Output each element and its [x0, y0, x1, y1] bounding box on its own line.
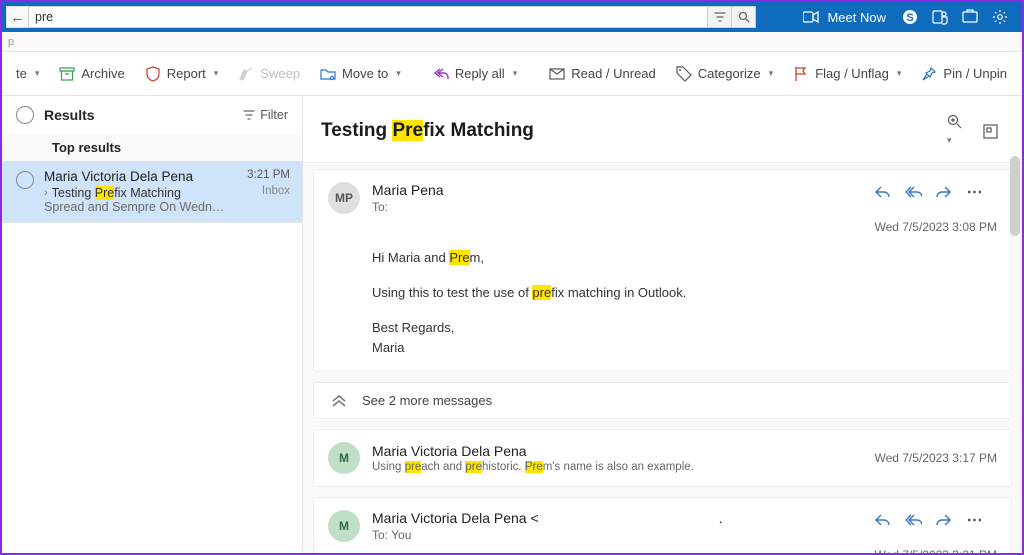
conversation-title: Testing Prefix Matching [321, 120, 941, 142]
video-icon [803, 11, 819, 23]
message-card[interactable]: MP Maria Pena To: ⋯ Wed 7/5/2023 3:08 PM [313, 169, 1012, 372]
reply-all-icon [433, 66, 449, 82]
svg-text:S: S [906, 12, 913, 24]
flag-icon [793, 66, 809, 82]
message-card-collapsed[interactable]: M Maria Victoria Dela Pena Using preach … [313, 429, 1012, 487]
chevrons-up-icon [330, 394, 348, 408]
message-folder: Inbox [247, 185, 290, 197]
archive-label: Archive [81, 66, 124, 81]
chevron-down-icon: ▾ [947, 135, 952, 145]
tips-icon[interactable] [962, 9, 992, 25]
avatar: M [328, 442, 360, 474]
message-from: Maria Victoria Dela Pena [44, 169, 237, 184]
move-to-label: Move to [342, 66, 388, 81]
chevron-down-icon: ▾ [513, 68, 518, 79]
tag-icon [676, 66, 692, 82]
message-time: 3:21 PM [247, 169, 290, 181]
report-button[interactable]: Report ▾ [137, 62, 227, 86]
results-heading: Results [44, 107, 233, 123]
select-all-checkbox[interactable] [16, 106, 34, 124]
filter-label: Filter [260, 108, 288, 122]
recipients: To: You [372, 528, 874, 542]
pin-icon [921, 66, 937, 82]
flag-button[interactable]: Flag / Unflag ▾ [785, 62, 909, 86]
reply-all-label: Reply all [455, 66, 505, 81]
more-actions-button[interactable]: ⋯ [966, 510, 984, 530]
popout-button[interactable] [977, 120, 1004, 143]
message-list-item[interactable]: Maria Victoria Dela Pena › Testing Prefi… [2, 161, 302, 223]
delete-fragment: te [16, 66, 27, 81]
more-actions-button[interactable]: ⋯ [966, 182, 984, 202]
thread-arrow-icon: › [44, 187, 48, 199]
sweep-label: Sweep [260, 66, 300, 81]
chevron-down-icon: ▾ [214, 68, 219, 79]
message-date: Wed 7/5/2023 3:17 PM [874, 451, 997, 465]
filter-icon [243, 110, 255, 120]
chevron-down-icon: ▾ [396, 68, 401, 79]
folder-move-icon [320, 66, 336, 82]
report-label: Report [167, 66, 206, 81]
message-card[interactable]: M Maria Victoria Dela Pena <. To: You ⋯ … [313, 497, 1012, 553]
see-more-label: See 2 more messages [362, 393, 492, 408]
sender-name: Maria Victoria Dela Pena <. [372, 510, 874, 526]
delete-button[interactable]: te ▾ [8, 62, 47, 85]
message-preview: Using preach and prehistoric. Prem's nam… [372, 461, 862, 473]
pin-label: Pin / Unpin [943, 66, 1007, 81]
snooze-button[interactable]: Snooze▾ [1019, 62, 1024, 86]
pin-button[interactable]: Pin / Unpin [913, 62, 1015, 86]
message-preview: Spread and Sempre On Wedn… [44, 200, 237, 214]
ribbon-tab-fragment: p [8, 33, 14, 51]
meet-now-button[interactable]: Meet Now [787, 2, 902, 32]
archive-icon [59, 66, 75, 82]
skype-icon[interactable]: S [902, 9, 932, 25]
forward-button[interactable] [936, 513, 952, 527]
chevron-down-icon: ▾ [769, 68, 774, 79]
categorize-button[interactable]: Categorize ▾ [668, 62, 781, 86]
read-unread-label: Read / Unread [571, 66, 656, 81]
search-back-button[interactable]: ← [6, 6, 28, 28]
meet-now-label: Meet Now [827, 10, 886, 25]
sender-name: Maria Pena [372, 182, 874, 198]
chevron-down-icon: ▾ [35, 68, 40, 79]
sweep-button: Sweep [230, 62, 308, 86]
reply-button[interactable] [874, 185, 890, 199]
scrollbar-thumb[interactable] [1010, 156, 1020, 236]
section-top-results: Top results [2, 134, 302, 161]
forward-button[interactable] [936, 185, 952, 199]
message-date: Wed 7/5/2023 3:21 PM [874, 548, 997, 553]
filter-button[interactable]: Filter [243, 108, 288, 122]
search-input[interactable] [28, 6, 708, 28]
reply-all-button[interactable] [904, 185, 922, 199]
sweep-icon [238, 66, 254, 82]
flag-label: Flag / Unflag [815, 66, 889, 81]
shield-icon [145, 66, 161, 82]
message-body: Hi Maria and Prem, Using this to test th… [372, 248, 997, 359]
search-submit-button[interactable] [732, 6, 756, 28]
reply-button[interactable] [874, 513, 890, 527]
select-message-checkbox[interactable] [16, 171, 34, 189]
move-to-button[interactable]: Move to ▾ [312, 62, 409, 86]
archive-button[interactable]: Archive [51, 62, 132, 86]
search-filter-button[interactable] [708, 6, 732, 28]
avatar: MP [328, 182, 360, 214]
envelope-icon [549, 66, 565, 82]
see-more-messages-button[interactable]: See 2 more messages [313, 382, 1012, 419]
chevron-down-icon: ▾ [897, 68, 902, 79]
recipients: To: [372, 200, 874, 214]
reply-all-button[interactable]: Reply all ▾ [425, 62, 525, 86]
sender-name: Maria Victoria Dela Pena [372, 443, 862, 459]
settings-icon[interactable] [992, 9, 1022, 25]
read-unread-button[interactable]: Read / Unread [541, 62, 664, 86]
categorize-label: Categorize [698, 66, 761, 81]
reply-all-button[interactable] [904, 513, 922, 527]
message-subject: › Testing Prefix Matching [44, 186, 237, 200]
teams-icon[interactable] [932, 9, 962, 25]
zoom-button[interactable]: ▾ [941, 110, 969, 152]
avatar: M [328, 510, 360, 542]
message-date: Wed 7/5/2023 3:08 PM [874, 220, 997, 234]
